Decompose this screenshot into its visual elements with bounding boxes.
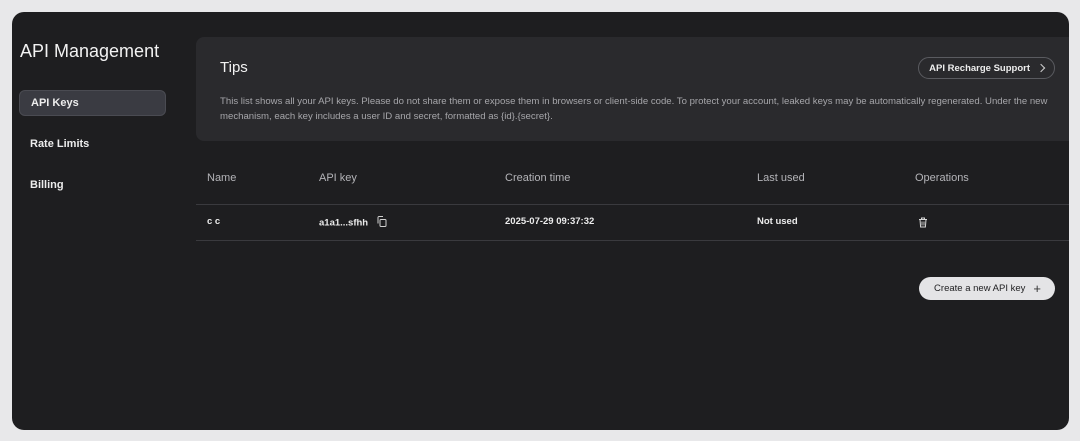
sidebar-item-label: Billing <box>30 179 64 191</box>
main-content: Tips API Recharge Support This list show… <box>196 37 1069 427</box>
header-last-used: Last used <box>757 172 805 184</box>
creation-time: 2025-07-29 09:37:32 <box>505 216 595 227</box>
sidebar-item-billing[interactable]: Billing <box>19 172 166 198</box>
sidebar-item-rate-limits[interactable]: Rate Limits <box>19 131 166 157</box>
sidebar-nav: API Keys Rate Limits Billing <box>19 90 166 213</box>
plus-icon: + <box>1033 281 1041 296</box>
recharge-label: API Recharge Support <box>929 62 1030 74</box>
tips-title: Tips <box>220 59 248 76</box>
copy-icon[interactable] <box>377 216 387 230</box>
api-recharge-support-button[interactable]: API Recharge Support <box>918 57 1055 79</box>
sidebar-item-api-keys[interactable]: API Keys <box>19 90 166 116</box>
sidebar: API Management API Keys Rate Limits Bill… <box>12 12 180 430</box>
trash-icon[interactable] <box>918 215 928 233</box>
tips-text: This list shows all your API keys. Pleas… <box>220 96 1048 122</box>
chevron-right-icon <box>1036 63 1046 73</box>
create-api-key-button[interactable]: Create a new API key + <box>919 277 1055 300</box>
key-name: c c <box>207 216 221 227</box>
tips-panel: Tips API Recharge Support This list show… <box>196 37 1069 141</box>
header-operations: Operations <box>915 172 969 184</box>
sidebar-item-label: API Keys <box>31 97 79 109</box>
api-key-cell: a1a1...sfhh <box>319 216 387 230</box>
api-key-value: a1a1...sfhh <box>319 217 369 229</box>
header-name: Name <box>207 172 237 184</box>
table-header: Name API key Creation time Last used Ope… <box>196 159 1069 205</box>
last-used: Not used <box>757 216 798 227</box>
table-row: c c a1a1...sfhh 2025-07-29 09:37:32 Not … <box>196 205 1069 241</box>
sidebar-item-label: Rate Limits <box>30 138 90 150</box>
create-label: Create a new API key <box>934 283 1026 294</box>
app-window: API Management API Keys Rate Limits Bill… <box>12 12 1069 430</box>
header-creation-time: Creation time <box>505 172 571 184</box>
api-keys-table: Name API key Creation time Last used Ope… <box>196 159 1069 241</box>
header-api-key: API key <box>319 172 357 184</box>
app-title: API Management <box>20 41 160 61</box>
